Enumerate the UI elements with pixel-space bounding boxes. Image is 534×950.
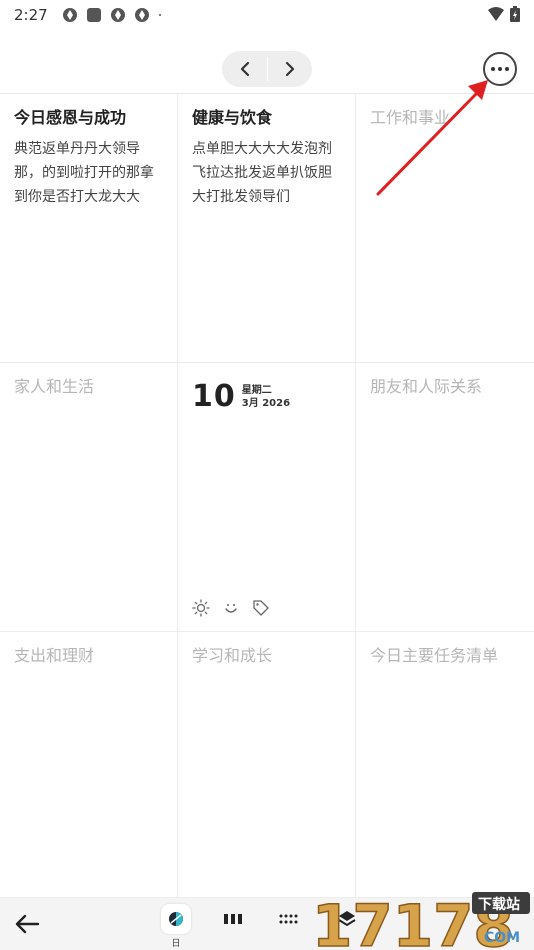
date-meta: 星期二 3月 2026 <box>242 384 290 410</box>
chevron-right-icon <box>285 61 294 77</box>
notification-dot-icon <box>158 14 161 16</box>
chevron-left-icon <box>240 61 249 77</box>
sync-icon <box>110 8 125 22</box>
status-right <box>488 6 520 22</box>
wifi-icon <box>488 7 504 21</box>
date-weekday: 星期二 <box>241 384 272 396</box>
nav-divider <box>267 57 268 81</box>
grid-cell-work[interactable]: 工作和事业 <box>356 94 534 363</box>
battery-icon <box>510 6 520 22</box>
watermark-sub: 下载站 <box>478 896 520 913</box>
more-dot-icon <box>498 67 502 71</box>
grid-dots-icon <box>279 914 298 924</box>
back-button[interactable] <box>12 910 42 938</box>
date-month-year: 3月 2026 <box>241 397 291 409</box>
sync-icon <box>62 8 77 22</box>
cell-title: 今日主要任务清单 <box>370 646 499 665</box>
sun-icon[interactable] <box>192 599 210 617</box>
grid-cell-tasks[interactable]: 今日主要任务清单 <box>356 632 534 898</box>
cell-title: 支出和理财 <box>14 646 95 665</box>
more-dot-icon <box>491 67 495 71</box>
grid-cell-friends[interactable]: 朋友和人际关系 <box>356 363 534 632</box>
grid-cell-family[interactable]: 家人和生活 <box>0 363 178 632</box>
app-square-icon <box>86 8 101 22</box>
cell-title: 健康与饮食 <box>192 108 273 127</box>
date-day: 10 <box>192 379 236 414</box>
date-nav-pill <box>222 51 312 87</box>
grid-cell-learning[interactable]: 学习和成长 <box>178 632 356 898</box>
smile-icon[interactable] <box>222 599 240 617</box>
center-icons <box>192 599 270 617</box>
tag-icon[interactable] <box>252 599 270 617</box>
watermark-domain: COM <box>484 930 520 946</box>
sync-icon <box>134 8 149 22</box>
more-options-button[interactable] <box>483 52 517 86</box>
cell-body: 典范返单丹丹大领导那，的到啦打开的那拿到你是否打大龙大大 <box>14 141 154 205</box>
day-view-label: 日 <box>171 939 181 949</box>
grid-cell-health[interactable]: 健康与饮食 点单胆大大大大发泡剂飞拉达批发返单扒饭胆大打批发领导们 <box>178 94 356 363</box>
grid-cell-gratitude[interactable]: 今日感恩与成功 典范返单丹丹大领导那，的到啦打开的那拿到你是否打大龙大大 <box>0 94 178 363</box>
mandala-grid: 今日感恩与成功 典范返单丹丹大领导那，的到啦打开的那拿到你是否打大龙大大 健康与… <box>0 94 534 898</box>
next-day-button[interactable] <box>267 51 312 87</box>
cell-title: 朋友和人际关系 <box>370 377 483 396</box>
previous-day-button[interactable] <box>222 51 267 87</box>
top-toolbar <box>0 38 534 94</box>
month-view-button[interactable] <box>274 904 304 934</box>
more-dot-icon <box>505 67 509 71</box>
columns-icon <box>224 914 242 924</box>
arrow-left-icon <box>15 914 40 934</box>
status-time: 2:27 <box>14 6 48 24</box>
watermark-logo: 17178 下载站 COM <box>312 891 530 950</box>
day-view-button[interactable] <box>161 904 191 934</box>
cell-title: 工作和事业 <box>370 108 451 127</box>
day-view-icon <box>169 912 183 926</box>
week-view-button[interactable] <box>218 904 248 934</box>
grid-cell-finance[interactable]: 支出和理财 <box>0 632 178 898</box>
date-block: 10 星期二 3月 2026 <box>192 379 341 414</box>
cell-title: 学习和成长 <box>192 646 273 665</box>
grid-cell-center-date[interactable]: 10 星期二 3月 2026 <box>178 363 356 632</box>
status-bar: 2:27 <box>0 0 534 30</box>
cell-title: 家人和生活 <box>14 377 95 396</box>
cell-title: 今日感恩与成功 <box>14 108 127 127</box>
cell-body: 点单胆大大大大发泡剂飞拉达批发返单扒饭胆大打批发领导们 <box>192 141 332 205</box>
